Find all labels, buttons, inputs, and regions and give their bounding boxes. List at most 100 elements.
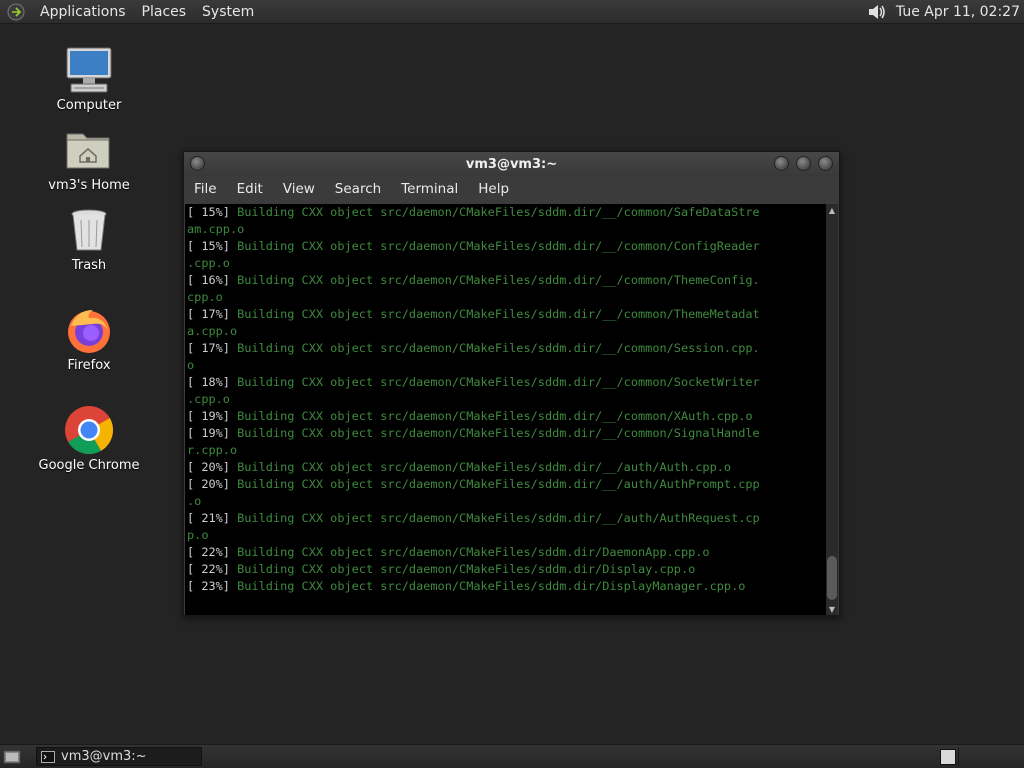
build-progress: [ 15%] bbox=[187, 239, 230, 253]
desktop-icon-label: Google Chrome bbox=[38, 458, 140, 473]
firefox-icon bbox=[63, 304, 115, 356]
desktop-icon-computer[interactable]: Computer bbox=[34, 44, 144, 113]
terminal-line: [ 21%] Building CXX object src/daemon/CM… bbox=[187, 510, 826, 527]
terminal-line: [ 15%] Building CXX object src/daemon/CM… bbox=[187, 204, 826, 221]
build-message: .o bbox=[187, 494, 202, 508]
build-message: Building CXX object src/daemon/CMakeFile… bbox=[229, 562, 696, 576]
terminal-output[interactable]: [ 15%] Building CXX object src/daemon/CM… bbox=[185, 204, 826, 615]
taskbar-terminal-label: vm3@vm3:~ bbox=[61, 749, 147, 764]
menu-terminal[interactable]: Terminal bbox=[391, 181, 468, 197]
show-desktop-icon[interactable] bbox=[3, 748, 21, 764]
terminal-icon bbox=[41, 750, 55, 763]
top-panel: Applications Places System Tue Apr 11, 0… bbox=[0, 0, 1024, 24]
menu-places[interactable]: Places bbox=[134, 4, 195, 20]
build-progress: [ 19%] bbox=[187, 426, 230, 440]
build-progress: [ 15%] bbox=[187, 205, 230, 219]
build-message: Building CXX object src/daemon/CMakeFile… bbox=[229, 273, 760, 287]
terminal-line: [ 18%] Building CXX object src/daemon/CM… bbox=[187, 374, 826, 391]
window-titlebar[interactable]: vm3@vm3:~ bbox=[184, 152, 839, 176]
terminal-line: [ 17%] Building CXX object src/daemon/CM… bbox=[187, 306, 826, 323]
app-menu-logo-icon[interactable] bbox=[6, 2, 26, 22]
terminal-line: p.o bbox=[187, 527, 826, 544]
build-message: Building CXX object src/daemon/CMakeFile… bbox=[229, 426, 760, 440]
build-message: Building CXX object src/daemon/CMakeFile… bbox=[229, 341, 760, 355]
scroll-down-icon[interactable]: ▼ bbox=[826, 603, 838, 615]
menu-help[interactable]: Help bbox=[468, 181, 519, 197]
terminal-line: .cpp.o bbox=[187, 391, 826, 408]
menu-system[interactable]: System bbox=[194, 4, 262, 20]
build-progress: [ 19%] bbox=[187, 409, 230, 423]
workspace-switcher-2[interactable] bbox=[958, 748, 1023, 766]
terminal-menubar: File Edit View Search Terminal Help bbox=[184, 176, 839, 202]
window-menu-button[interactable] bbox=[190, 156, 205, 171]
build-message: Building CXX object src/daemon/CMakeFile… bbox=[229, 477, 760, 491]
build-message: r.cpp.o bbox=[187, 443, 238, 457]
terminal-line: [ 20%] Building CXX object src/daemon/CM… bbox=[187, 459, 826, 476]
build-progress: [ 20%] bbox=[187, 477, 230, 491]
terminal-line: [ 23%] Building CXX object src/daemon/CM… bbox=[187, 578, 826, 595]
terminal-line: r.cpp.o bbox=[187, 442, 826, 459]
terminal-line: [ 19%] Building CXX object src/daemon/CM… bbox=[187, 425, 826, 442]
terminal-line: [ 22%] Building CXX object src/daemon/CM… bbox=[187, 544, 826, 561]
menu-edit[interactable]: Edit bbox=[227, 181, 273, 197]
build-message: Building CXX object src/daemon/CMakeFile… bbox=[229, 375, 760, 389]
build-message: Building CXX object src/daemon/CMakeFile… bbox=[229, 409, 753, 423]
build-message: .cpp.o bbox=[187, 256, 230, 270]
desktop-icon-firefox[interactable]: Firefox bbox=[34, 304, 144, 373]
scroll-up-icon[interactable]: ▲ bbox=[826, 204, 838, 216]
build-message: Building CXX object src/daemon/CMakeFile… bbox=[229, 205, 760, 219]
build-message: Building CXX object src/daemon/CMakeFile… bbox=[229, 460, 732, 474]
workspace-switcher-1[interactable] bbox=[940, 749, 956, 765]
build-progress: [ 16%] bbox=[187, 273, 230, 287]
build-message: a.cpp.o bbox=[187, 324, 238, 338]
terminal-line: [ 15%] Building CXX object src/daemon/CM… bbox=[187, 238, 826, 255]
build-progress: [ 17%] bbox=[187, 307, 230, 321]
minimize-button[interactable] bbox=[774, 156, 789, 171]
build-message: Building CXX object src/daemon/CMakeFile… bbox=[229, 239, 760, 253]
menu-applications[interactable]: Applications bbox=[32, 4, 134, 20]
chrome-icon bbox=[63, 404, 115, 456]
close-button[interactable] bbox=[818, 156, 833, 171]
build-message: Building CXX object src/daemon/CMakeFile… bbox=[229, 579, 746, 593]
desktop-icon-label: Computer bbox=[56, 98, 122, 113]
desktop-icon-label: Trash bbox=[71, 258, 107, 273]
scrollbar-thumb[interactable] bbox=[827, 556, 837, 600]
menu-view[interactable]: View bbox=[273, 181, 325, 197]
terminal-line: .o bbox=[187, 493, 826, 510]
menu-file[interactable]: File bbox=[184, 181, 227, 197]
terminal-line: [ 17%] Building CXX object src/daemon/CM… bbox=[187, 340, 826, 357]
taskbar-terminal-button[interactable]: vm3@vm3:~ bbox=[36, 747, 202, 766]
clock[interactable]: Tue Apr 11, 02:27 bbox=[896, 4, 1020, 20]
menu-search[interactable]: Search bbox=[325, 181, 391, 197]
desktop-icon-label: vm3's Home bbox=[48, 178, 130, 193]
trash-icon bbox=[63, 204, 115, 256]
build-progress: [ 23%] bbox=[187, 579, 230, 593]
window-title: vm3@vm3:~ bbox=[465, 156, 558, 172]
build-message: Building CXX object src/daemon/CMakeFile… bbox=[229, 307, 760, 321]
terminal-line: o bbox=[187, 357, 826, 374]
home-folder-icon bbox=[63, 124, 115, 176]
build-progress: [ 21%] bbox=[187, 511, 230, 525]
build-message: cpp.o bbox=[187, 290, 223, 304]
build-message: Building CXX object src/daemon/CMakeFile… bbox=[229, 511, 760, 525]
build-message: o bbox=[187, 358, 195, 372]
terminal-scrollbar[interactable]: ▲ ▼ bbox=[826, 204, 838, 615]
volume-icon[interactable] bbox=[866, 2, 888, 22]
build-message: p.o bbox=[187, 528, 209, 542]
desktop-icon-home[interactable]: vm3's Home bbox=[34, 124, 144, 193]
desktop-icon-label: Firefox bbox=[67, 358, 111, 373]
maximize-button[interactable] bbox=[796, 156, 811, 171]
terminal-line: [ 22%] Building CXX object src/daemon/CM… bbox=[187, 561, 826, 578]
build-progress: [ 22%] bbox=[187, 545, 230, 559]
computer-icon bbox=[63, 44, 115, 96]
terminal-line: [ 20%] Building CXX object src/daemon/CM… bbox=[187, 476, 826, 493]
build-progress: [ 17%] bbox=[187, 341, 230, 355]
build-progress: [ 22%] bbox=[187, 562, 230, 576]
build-progress: [ 18%] bbox=[187, 375, 230, 389]
terminal-line: cpp.o bbox=[187, 289, 826, 306]
desktop-icon-chrome[interactable]: Google Chrome bbox=[34, 404, 144, 473]
build-message: .cpp.o bbox=[187, 392, 230, 406]
desktop-icon-trash[interactable]: Trash bbox=[34, 204, 144, 273]
build-progress: [ 20%] bbox=[187, 460, 230, 474]
build-message: Building CXX object src/daemon/CMakeFile… bbox=[229, 545, 710, 559]
